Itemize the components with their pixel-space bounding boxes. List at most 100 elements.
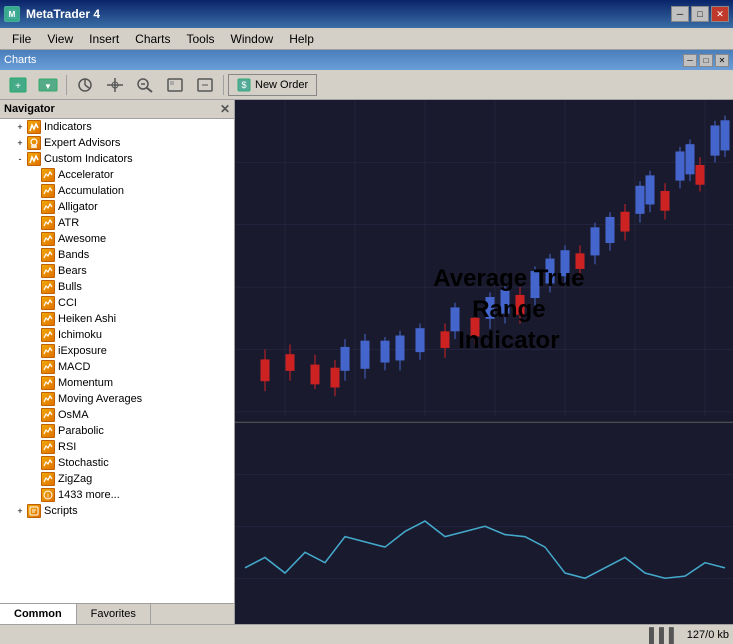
- bears-label: Bears: [58, 265, 87, 277]
- inner-maximize-button[interactable]: □: [699, 54, 713, 67]
- toolbar-btn6[interactable]: [191, 74, 219, 96]
- tree-item-cci[interactable]: CCI: [0, 295, 234, 311]
- tree-item-momentum[interactable]: Momentum: [0, 375, 234, 391]
- chart-type-icon: ▌▌▌: [649, 627, 679, 643]
- tree-item-macd[interactable]: MACD: [0, 359, 234, 375]
- menu-window[interactable]: Window: [223, 30, 282, 48]
- atr-label: ATR: [58, 217, 79, 229]
- menu-file[interactable]: File: [4, 30, 39, 48]
- heiken-icon: [41, 312, 55, 326]
- tree-item-more[interactable]: i 1433 more...: [0, 487, 234, 503]
- tree-item-bands[interactable]: Bands: [0, 247, 234, 263]
- navigator-tabs: Common Favorites: [0, 603, 234, 624]
- tree-item-indicators[interactable]: + Indicators: [0, 119, 234, 135]
- tree-item-bulls[interactable]: Bulls: [0, 279, 234, 295]
- cci-icon: [41, 296, 55, 310]
- heiken-ashi-label: Heiken Ashi: [58, 313, 116, 325]
- inner-close-button[interactable]: ✕: [715, 54, 729, 67]
- menu-view[interactable]: View: [39, 30, 81, 48]
- main-layout: Navigator ✕ + Indicators + Expert Adviso…: [0, 100, 733, 624]
- expand-indicators-icon: +: [14, 121, 26, 133]
- new-order-button[interactable]: $ New Order: [228, 74, 317, 96]
- alligator-icon: [41, 200, 55, 214]
- leaf-icon-accelerator: [28, 169, 40, 181]
- scripts-label: Scripts: [44, 505, 78, 517]
- menu-charts[interactable]: Charts: [127, 30, 178, 48]
- parabolic-icon: [41, 424, 55, 438]
- toolbar: + ▼ $ New Order: [0, 70, 733, 100]
- status-right: ▌▌▌ 127/0 kb: [649, 627, 729, 643]
- toolbar-btn5[interactable]: [161, 74, 189, 96]
- menu-tools[interactable]: Tools: [179, 30, 223, 48]
- title-bar-controls: ─ □ ✕: [671, 6, 729, 22]
- navigator-tree[interactable]: + Indicators + Expert Advisors -: [0, 119, 234, 603]
- ichimoku-label: Ichimoku: [58, 329, 102, 341]
- indicators-label: Indicators: [44, 121, 92, 133]
- scripts-icon: [27, 504, 41, 518]
- tree-item-heiken-ashi[interactable]: Heiken Ashi: [0, 311, 234, 327]
- toolbar-separator-2: [223, 75, 224, 95]
- more-icon: i: [41, 488, 55, 502]
- expand-custom-icon: -: [14, 153, 26, 165]
- tree-item-osma[interactable]: OsMA: [0, 407, 234, 423]
- osma-icon: [41, 408, 55, 422]
- toolbar-btn3[interactable]: [71, 74, 99, 96]
- svg-text:+: +: [15, 81, 21, 92]
- inner-title-text: Charts: [4, 54, 36, 66]
- bands-icon: [41, 248, 55, 262]
- close-button[interactable]: ✕: [711, 6, 729, 22]
- accelerator-icon: [41, 168, 55, 182]
- navigator-title: Navigator: [4, 103, 55, 115]
- menu-help[interactable]: Help: [281, 30, 322, 48]
- tab-favorites[interactable]: Favorites: [77, 604, 151, 624]
- osma-label: OsMA: [58, 409, 89, 421]
- custom-indicators-label: Custom Indicators: [44, 153, 133, 165]
- status-bar: ▌▌▌ 127/0 kb: [0, 624, 733, 644]
- accumulation-icon: [41, 184, 55, 198]
- tree-item-parabolic[interactable]: Parabolic: [0, 423, 234, 439]
- awesome-icon: [41, 232, 55, 246]
- tree-item-moving-averages[interactable]: Moving Averages: [0, 391, 234, 407]
- toolbar-btn2[interactable]: ▼: [34, 74, 62, 96]
- tree-item-accelerator[interactable]: Accelerator: [0, 167, 234, 183]
- tree-item-awesome[interactable]: Awesome: [0, 231, 234, 247]
- stochastic-label: Stochastic: [58, 457, 109, 469]
- iexposure-label: iExposure: [58, 345, 107, 357]
- ea-folder-icon: [27, 136, 41, 150]
- ichimoku-icon: [41, 328, 55, 342]
- moving-averages-icon: [41, 392, 55, 406]
- tree-item-alligator[interactable]: Alligator: [0, 199, 234, 215]
- tree-item-custom-indicators[interactable]: - Custom Indicators: [0, 151, 234, 167]
- inner-title-bar: Charts ─ □ ✕: [0, 50, 733, 70]
- title-bar: M MetaTrader 4 ─ □ ✕: [0, 0, 733, 28]
- tree-item-atr[interactable]: ATR: [0, 215, 234, 231]
- navigator-close-button[interactable]: ✕: [220, 102, 230, 116]
- tree-item-bears[interactable]: Bears: [0, 263, 234, 279]
- toolbar-zoom-btn[interactable]: [131, 74, 159, 96]
- inner-minimize-button[interactable]: ─: [683, 54, 697, 67]
- chart-area[interactable]: Average True Range Indicator: [235, 100, 733, 624]
- svg-text:$: $: [241, 80, 246, 90]
- tree-item-iexposure[interactable]: iExposure: [0, 343, 234, 359]
- maximize-button[interactable]: □: [691, 6, 709, 22]
- minimize-button[interactable]: ─: [671, 6, 689, 22]
- indicators-folder-icon: [27, 120, 41, 134]
- toolbar-crosshair-btn[interactable]: [101, 74, 129, 96]
- tree-item-accumulation[interactable]: Accumulation: [0, 183, 234, 199]
- tree-item-ichimoku[interactable]: Ichimoku: [0, 327, 234, 343]
- tree-item-stochastic[interactable]: Stochastic: [0, 455, 234, 471]
- leaf-icon-accumulation: [28, 185, 40, 197]
- app-icon: M: [4, 6, 20, 22]
- tab-common[interactable]: Common: [0, 604, 77, 624]
- tree-item-zigzag[interactable]: ZigZag: [0, 471, 234, 487]
- stochastic-icon: [41, 456, 55, 470]
- tree-item-rsi[interactable]: RSI: [0, 439, 234, 455]
- cci-label: CCI: [58, 297, 77, 309]
- rsi-label: RSI: [58, 441, 76, 453]
- menu-insert[interactable]: Insert: [81, 30, 127, 48]
- toolbar-new-chart-btn[interactable]: +: [4, 74, 32, 96]
- tree-item-expert-advisors[interactable]: + Expert Advisors: [0, 135, 234, 151]
- expand-ea-icon: +: [14, 137, 26, 149]
- expert-advisors-label: Expert Advisors: [44, 137, 120, 149]
- tree-item-scripts[interactable]: + Scripts: [0, 503, 234, 519]
